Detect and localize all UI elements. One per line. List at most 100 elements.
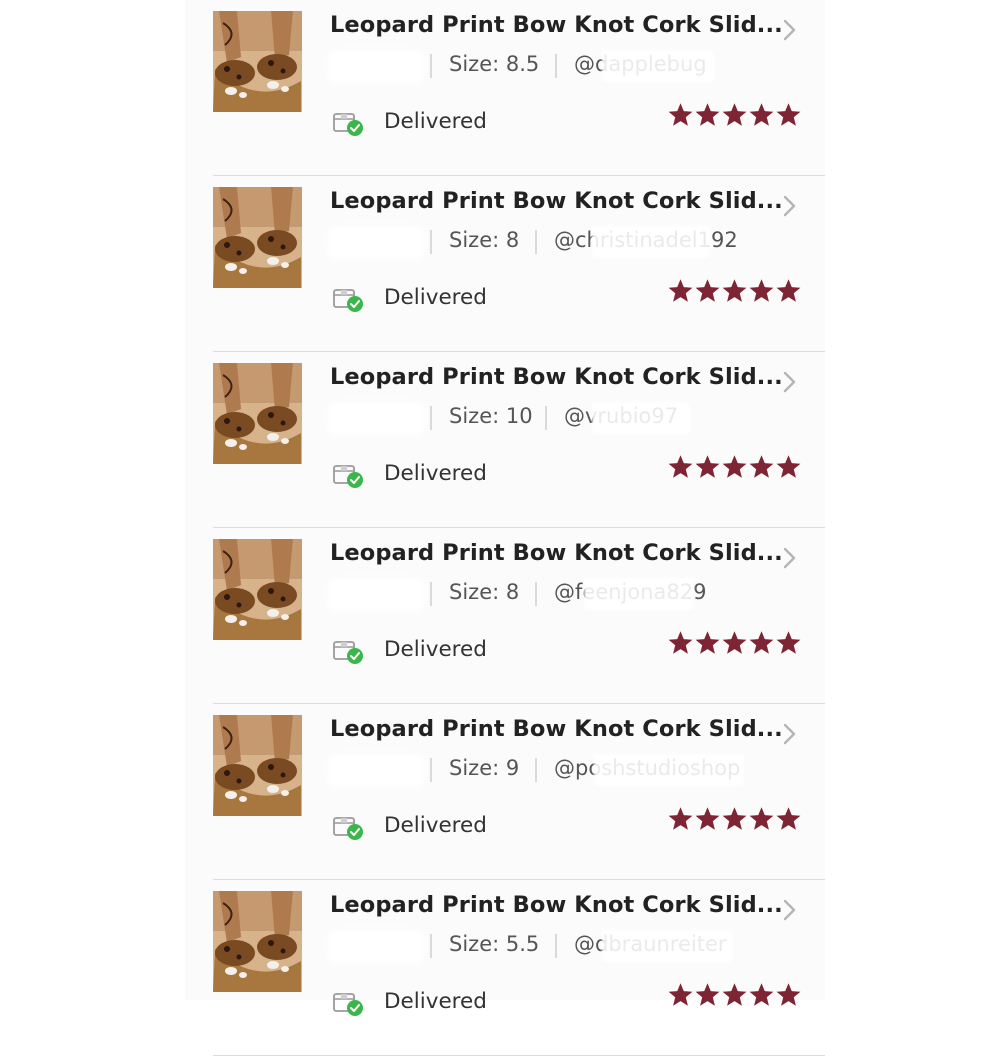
meta-divider <box>545 406 547 430</box>
meta-divider <box>430 582 432 606</box>
star-icon <box>694 982 721 1010</box>
size-label: Size: 8 <box>449 228 520 252</box>
size-label: Size: 8.5 <box>449 52 540 76</box>
meta-divider <box>430 934 432 958</box>
username-redaction <box>592 226 710 258</box>
chevron-right-icon[interactable] <box>781 192 799 220</box>
star-icon <box>694 630 721 658</box>
order-meta: Size: 8@feenjona829 <box>330 578 770 610</box>
star-icon <box>667 806 694 834</box>
meta-divider <box>430 758 432 782</box>
delivered-box-check-icon <box>333 993 363 1016</box>
meta-divider <box>535 230 537 254</box>
product-title: Leopard Print Bow Knot Cork Slid... <box>330 892 783 918</box>
delivered-box-check-icon <box>333 289 363 312</box>
order-row[interactable]: Leopard Print Bow Knot Cork Slid... Size:… <box>185 704 825 880</box>
chevron-right-icon[interactable] <box>781 16 799 44</box>
order-row[interactable]: Leopard Print Bow Knot Cork Slid... Size:… <box>185 0 825 176</box>
star-icon <box>775 806 802 834</box>
star-icon <box>748 278 775 306</box>
redacted-price <box>330 228 422 256</box>
size-label: Size: 8 <box>449 580 520 604</box>
star-icon <box>694 806 721 834</box>
delivery-status: Delivered <box>384 461 487 486</box>
redacted-price <box>330 52 422 80</box>
star-icon <box>694 454 721 482</box>
star-icon <box>667 278 694 306</box>
username-redaction <box>584 578 694 610</box>
order-meta: Size: 5.5@dbraunreiter <box>330 930 770 962</box>
product-thumbnail <box>213 187 302 288</box>
username-redaction <box>594 754 744 786</box>
rating-stars <box>667 454 802 482</box>
star-icon <box>775 102 802 130</box>
chevron-right-icon[interactable] <box>781 544 799 572</box>
chevron-right-icon[interactable] <box>781 896 799 924</box>
meta-divider <box>535 758 537 782</box>
chevron-right-icon[interactable] <box>781 368 799 396</box>
star-icon <box>748 102 775 130</box>
meta-divider <box>535 582 537 606</box>
username-redaction <box>592 402 690 434</box>
star-icon <box>748 806 775 834</box>
star-icon <box>721 630 748 658</box>
rating-stars <box>667 278 802 306</box>
delivery-status: Delivered <box>384 813 487 838</box>
product-title: Leopard Print Bow Knot Cork Slid... <box>330 364 783 390</box>
product-thumbnail <box>213 891 302 992</box>
rating-stars <box>667 806 802 834</box>
order-meta: Size: 8@christinadel192 <box>330 226 770 258</box>
star-icon <box>667 982 694 1010</box>
product-title: Leopard Print Bow Knot Cork Slid... <box>330 12 783 38</box>
order-row[interactable]: Leopard Print Bow Knot Cork Slid... Size:… <box>185 176 825 352</box>
delivery-status: Delivered <box>384 637 487 662</box>
rating-stars <box>667 102 802 130</box>
rating-stars <box>667 982 802 1010</box>
delivery-status: Delivered <box>384 109 487 134</box>
star-icon <box>775 982 802 1010</box>
order-row[interactable]: Leopard Print Bow Knot Cork Slid... Size:… <box>185 880 825 1056</box>
star-icon <box>667 630 694 658</box>
username-redaction <box>602 930 732 962</box>
order-meta: Size: 8.5@dapplebug <box>330 50 770 82</box>
product-thumbnail <box>213 363 302 464</box>
chevron-right-icon[interactable] <box>781 720 799 748</box>
order-meta: Size: 9@poshstudioshop <box>330 754 770 786</box>
redacted-price <box>330 580 422 608</box>
order-row[interactable]: Leopard Print Bow Knot Cork Slid... Size:… <box>185 352 825 528</box>
product-thumbnail <box>213 539 302 640</box>
meta-divider <box>430 406 432 430</box>
order-meta: Size: 10@vrubio97 <box>330 402 770 434</box>
meta-divider <box>430 54 432 78</box>
star-icon <box>667 454 694 482</box>
redacted-price <box>330 756 422 784</box>
rating-stars <box>667 630 802 658</box>
delivered-box-check-icon <box>333 465 363 488</box>
delivered-box-check-icon <box>333 817 363 840</box>
star-icon <box>775 630 802 658</box>
product-thumbnail <box>213 11 302 112</box>
star-icon <box>721 102 748 130</box>
star-icon <box>721 982 748 1010</box>
delivery-status: Delivered <box>384 285 487 310</box>
username-redaction <box>602 50 714 82</box>
star-icon <box>721 806 748 834</box>
redacted-price <box>330 932 422 960</box>
star-icon <box>775 278 802 306</box>
size-label: Size: 9 <box>449 756 520 780</box>
product-title: Leopard Print Bow Knot Cork Slid... <box>330 716 783 742</box>
star-icon <box>667 102 694 130</box>
order-row[interactable]: Leopard Print Bow Knot Cork Slid... Size:… <box>185 528 825 704</box>
product-thumbnail <box>213 715 302 816</box>
star-icon <box>694 278 721 306</box>
meta-divider <box>555 934 557 958</box>
delivered-box-check-icon <box>333 113 363 136</box>
star-icon <box>721 454 748 482</box>
star-icon <box>775 454 802 482</box>
meta-divider <box>430 230 432 254</box>
star-icon <box>694 102 721 130</box>
meta-divider <box>555 54 557 78</box>
size-label: Size: 10 <box>449 404 533 428</box>
product-title: Leopard Print Bow Knot Cork Slid... <box>330 540 783 566</box>
size-label: Size: 5.5 <box>449 932 540 956</box>
